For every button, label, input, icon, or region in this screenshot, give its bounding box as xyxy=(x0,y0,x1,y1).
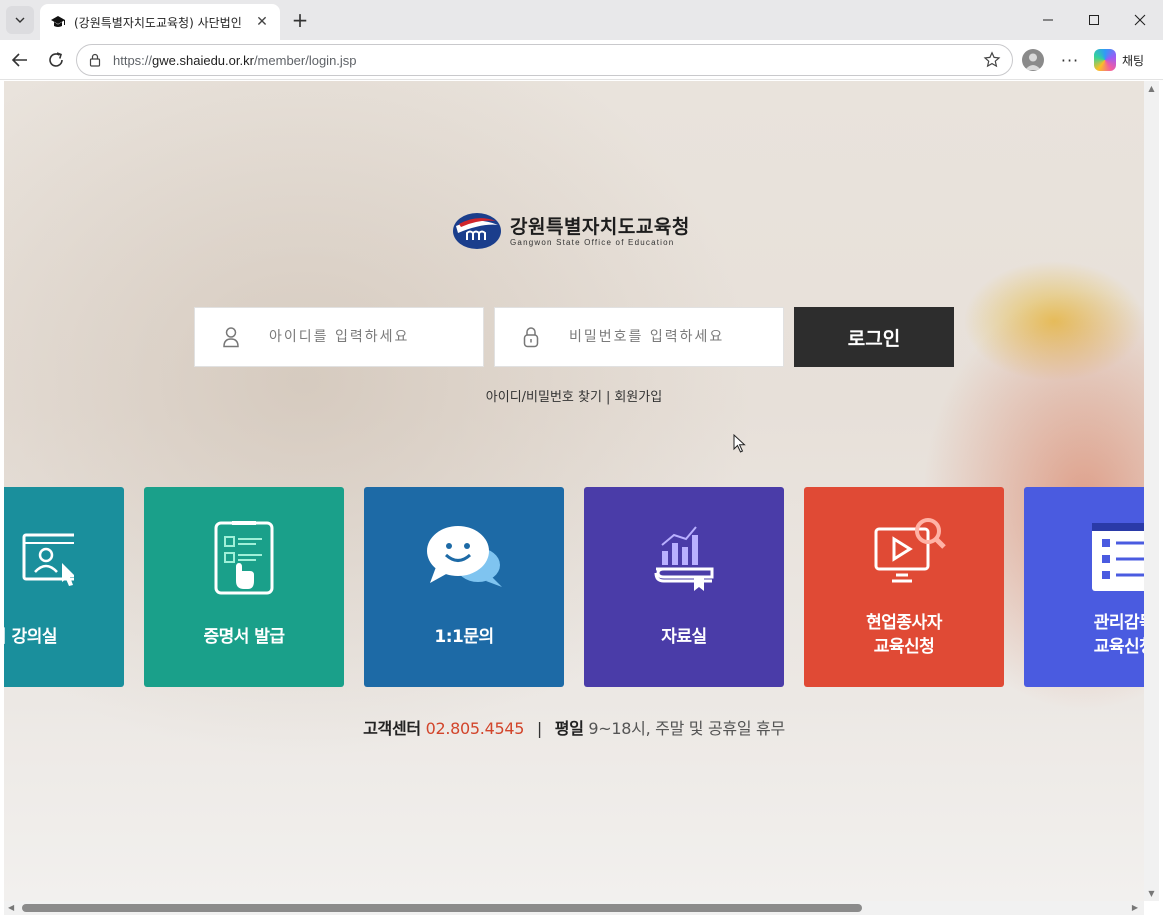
tile-inquiry[interactable]: 1:1문의 xyxy=(364,487,564,687)
page-viewport: 강원특별자치도교육청 Gangwon State Office of Educa… xyxy=(4,81,1144,901)
weekday-label: 평일 xyxy=(554,719,584,738)
certificate-icon xyxy=(214,521,274,595)
person-icon xyxy=(1025,53,1041,70)
id-input[interactable] xyxy=(269,329,469,345)
tile-certificate[interactable]: 증명서 발급 xyxy=(144,487,344,687)
scroll-right-icon[interactable]: ▶ xyxy=(1132,903,1138,912)
tile-label: 현업종사자 교육신청 xyxy=(866,613,942,657)
logo-text: 강원특별자치도교육청 Gangwon State Office of Educa… xyxy=(510,216,690,247)
customer-center-label: 고객센터 xyxy=(363,719,421,738)
minimize-button[interactable] xyxy=(1025,0,1071,40)
chevron-down-icon xyxy=(15,17,25,23)
tile-data-room[interactable]: 자료실 xyxy=(584,487,784,687)
vertical-scrollbar[interactable]: ▲ ▼ xyxy=(1144,81,1159,901)
more-menu-button[interactable]: ··· xyxy=(1058,48,1082,72)
chat-smile-icon xyxy=(427,526,502,587)
mouse-pointer-icon xyxy=(733,434,746,453)
video-search-icon xyxy=(874,518,946,583)
site-info-icon[interactable] xyxy=(87,52,103,68)
horizontal-scroll-thumb[interactable] xyxy=(22,904,862,912)
tile-supervisor-training[interactable]: 관리감독 교육신청 xyxy=(1024,487,1144,687)
online-classroom-icon xyxy=(22,533,74,586)
copilot-icon xyxy=(1094,49,1116,71)
account-links: 아이디/비밀번호 찾기 | 회원가입 xyxy=(4,386,1144,405)
customer-center-phone: 02.805.4545 xyxy=(425,719,525,738)
user-icon xyxy=(219,325,243,349)
close-window-button[interactable] xyxy=(1117,0,1163,40)
tab-close-icon[interactable]: ✕ xyxy=(254,14,270,30)
copilot-label: 채팅 xyxy=(1122,53,1145,68)
browser-tab[interactable]: (강원특별자치도교육청) 사단법인 ✕ xyxy=(40,4,280,40)
url-text: https://gwe.shaiedu.or.kr/member/login.j… xyxy=(113,53,982,68)
find-id-password-link[interactable]: 아이디/비밀번호 찾기 xyxy=(484,390,604,405)
signup-link[interactable]: 회원가입 xyxy=(612,390,664,405)
logo-title: 강원특별자치도교육청 xyxy=(510,215,690,238)
tab-title: (강원특별자치도교육청) 사단법인 xyxy=(74,15,242,30)
maximize-icon xyxy=(1089,15,1099,25)
scroll-up-icon[interactable]: ▲ xyxy=(1147,84,1156,93)
tile-label: 증명서 발급 xyxy=(203,627,285,647)
tile-field-worker-training[interactable]: 현업종사자 교육신청 xyxy=(804,487,1004,687)
id-field xyxy=(194,307,484,367)
scroll-down-icon[interactable]: ▼ xyxy=(1147,889,1156,898)
info-divider: | xyxy=(536,719,542,738)
arrow-left-icon xyxy=(11,53,27,67)
reload-icon xyxy=(49,52,63,67)
tile-label: 관리감독 교육신청 xyxy=(1093,613,1144,657)
address-bar[interactable]: https://gwe.shaiedu.or.kr/member/login.j… xyxy=(76,44,1013,76)
site-logo[interactable]: 강원특별자치도교육청 Gangwon State Office of Educa… xyxy=(452,211,690,251)
education-office-emblem-icon xyxy=(453,213,501,249)
favorite-star-icon[interactable] xyxy=(982,50,1002,70)
business-hours: 9~18시, 주말 및 공휴일 휴무 xyxy=(588,719,785,738)
browser-toolbar: https://gwe.shaiedu.or.kr/member/login.j… xyxy=(0,40,1163,80)
logo-subtitle: Gangwon State Office of Education xyxy=(510,237,675,247)
login-button[interactable]: 로그인 xyxy=(794,307,954,367)
copilot-chat-button[interactable]: 채팅 xyxy=(1094,48,1144,72)
browser-titlebar: (강원특별자치도교육청) 사단법인 ✕ + xyxy=(0,0,1163,40)
close-icon xyxy=(1134,14,1146,26)
graduation-cap-icon xyxy=(50,14,66,30)
horizontal-scrollbar[interactable]: ◀ ▶ xyxy=(4,901,1144,915)
url-path: /member/login.jsp xyxy=(253,52,357,68)
url-prefix: https:// xyxy=(113,52,153,68)
form-list-icon xyxy=(1092,523,1144,591)
data-book-icon xyxy=(654,526,714,591)
tile-online-classroom[interactable]: 의 강의실 xyxy=(4,487,124,687)
scroll-left-icon[interactable]: ◀ xyxy=(8,903,14,912)
password-input[interactable] xyxy=(569,329,769,345)
minimize-icon xyxy=(1043,19,1053,21)
maximize-button[interactable] xyxy=(1071,0,1117,40)
tab-list-button[interactable] xyxy=(6,6,34,34)
lock-icon xyxy=(519,325,543,349)
new-tab-button[interactable]: + xyxy=(288,8,312,32)
customer-center-info: 고객센터 02.805.4545 | 평일 9~18시, 주말 및 공휴일 휴무 xyxy=(4,715,1144,739)
tile-label: 자료실 xyxy=(661,627,707,647)
tile-label: 의 강의실 xyxy=(4,627,57,647)
profile-avatar[interactable] xyxy=(1022,49,1044,71)
reload-button[interactable] xyxy=(42,46,70,74)
tile-label: 1:1문의 xyxy=(434,627,494,647)
back-button[interactable] xyxy=(6,46,34,74)
password-field xyxy=(494,307,784,367)
url-host: gwe.shaiedu.or.kr xyxy=(152,52,254,68)
